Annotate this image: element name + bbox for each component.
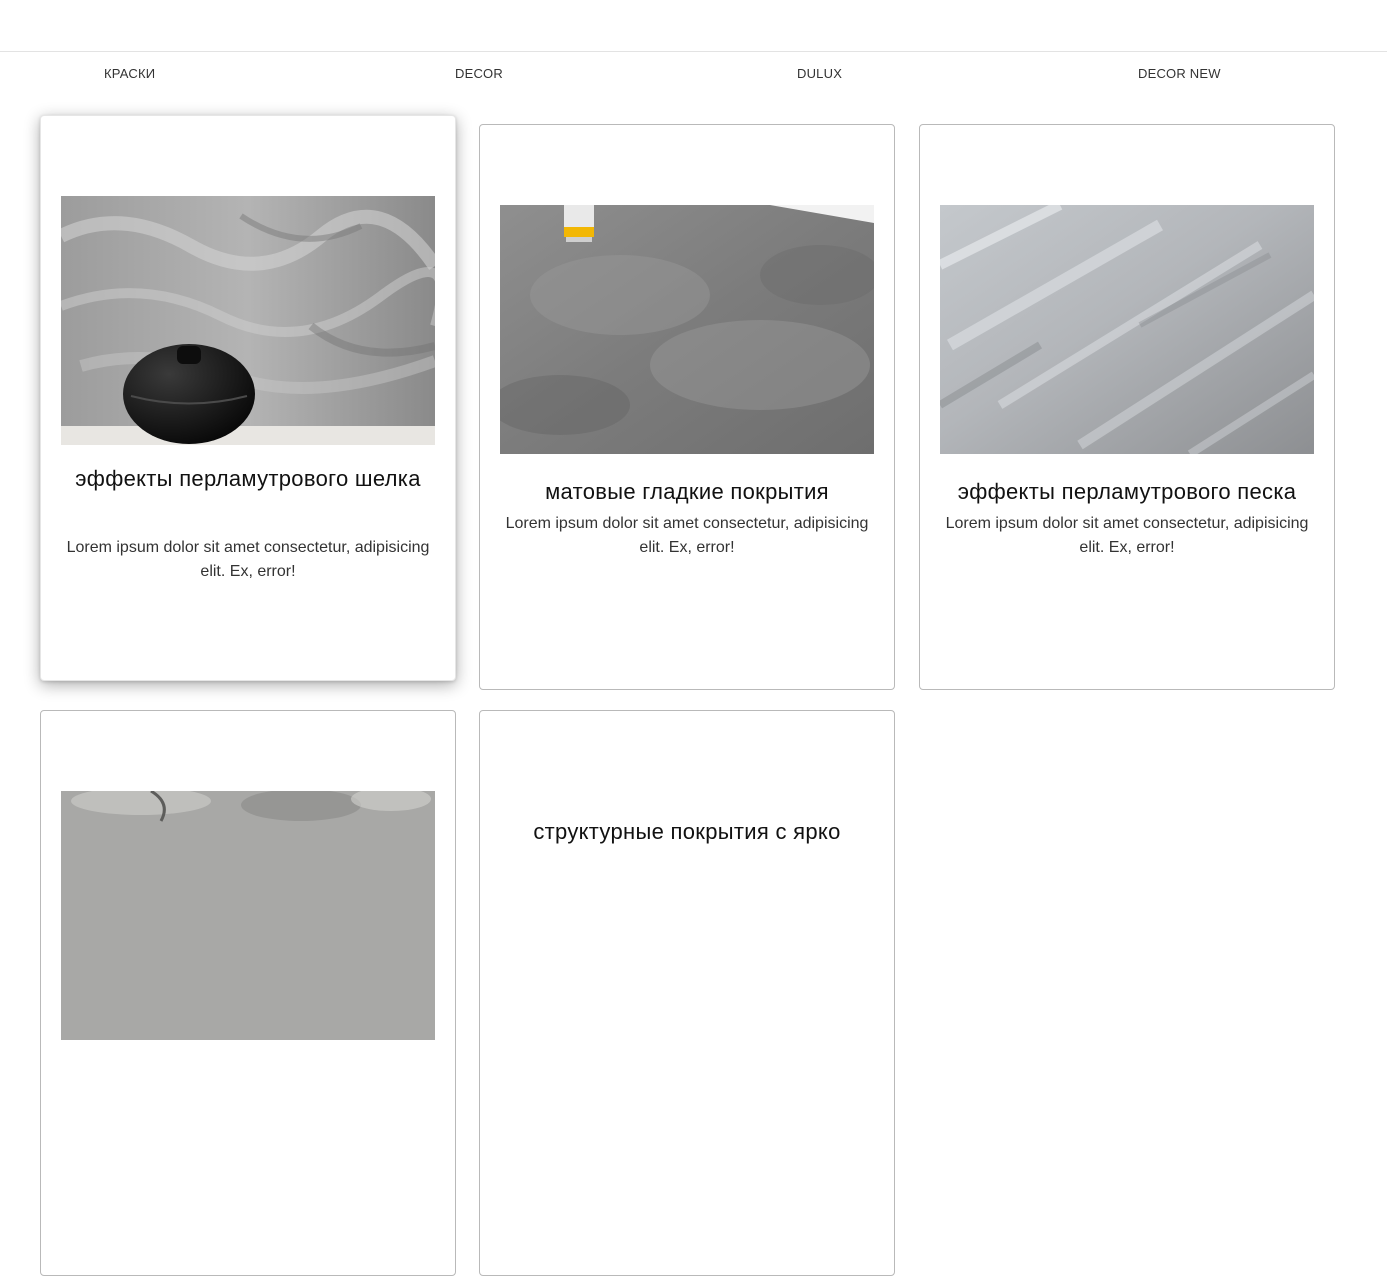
product-card-pearl-silk[interactable]: эффекты перламутрового шелка Lorem ipsum… bbox=[40, 115, 456, 681]
card-image-silk-wall bbox=[61, 196, 435, 445]
product-card-pearl-sand[interactable]: эффекты перламутрового песка Lorem ipsum… bbox=[919, 124, 1335, 690]
card-title[interactable]: эффекты перламутрового шелка bbox=[59, 464, 437, 493]
product-card-matte-smooth[interactable]: матовые гладкие покрытия Lorem ipsum dol… bbox=[479, 124, 895, 690]
card-description: Lorem ipsum dolor sit amet consectetur, … bbox=[945, 515, 1309, 556]
nav-item-kraski[interactable]: КРАСКИ bbox=[104, 66, 155, 81]
card-title[interactable]: структурные покрытия с ярко bbox=[498, 817, 876, 846]
card-description: Lorem ipsum dolor sit amet consectetur, … bbox=[66, 539, 430, 580]
product-card-structural[interactable]: структурные покрытия с ярко bbox=[479, 710, 895, 1276]
nav-item-dulux[interactable]: DULUX bbox=[797, 66, 842, 81]
nav-item-decor[interactable]: DECOR bbox=[455, 66, 503, 81]
category-nav: КРАСКИ DECOR DULUX DECOR NEW bbox=[0, 66, 1387, 86]
card-title[interactable]: эффекты перламутрового песка bbox=[938, 477, 1316, 506]
top-header-bar bbox=[0, 0, 1387, 52]
card-description: Lorem ipsum dolor sit amet consectetur, … bbox=[505, 515, 869, 556]
nav-item-decor-new[interactable]: DECOR NEW bbox=[1138, 66, 1221, 81]
card-image-matte-wall bbox=[500, 205, 874, 454]
card-title[interactable]: матовые гладкие покрытия bbox=[498, 477, 876, 506]
card-image-sand-texture bbox=[940, 205, 1314, 454]
card-image-textured-wall bbox=[61, 791, 435, 1040]
product-card-textured[interactable] bbox=[40, 710, 456, 1276]
